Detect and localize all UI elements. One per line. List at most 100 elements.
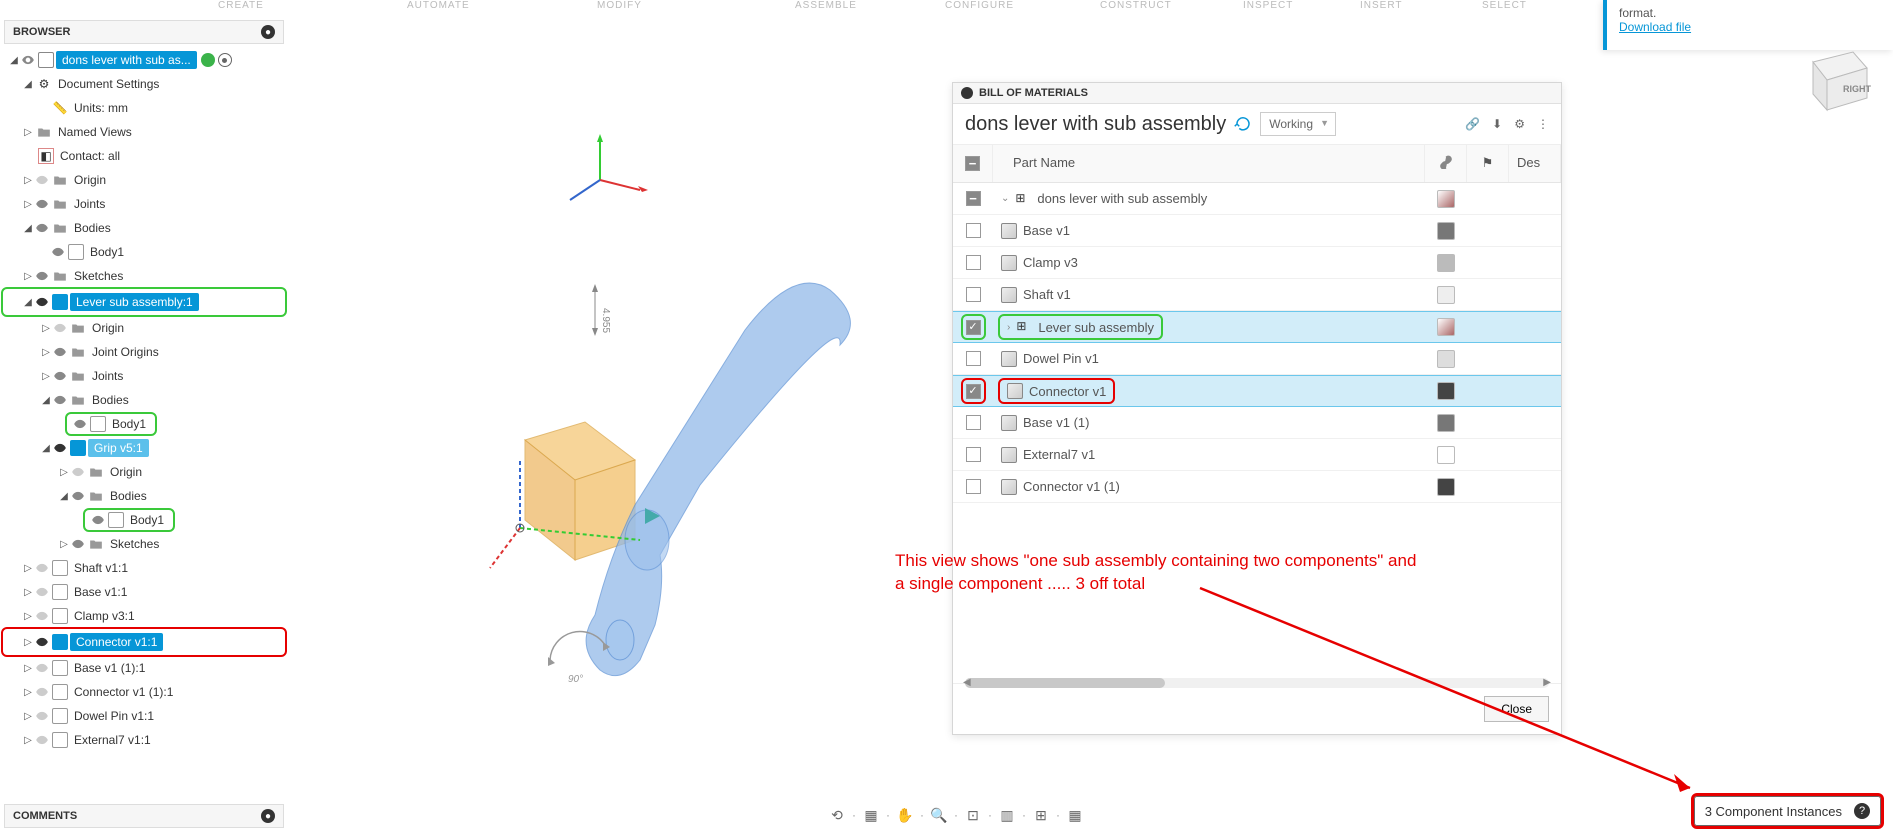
expand-icon[interactable]: ▷: [22, 610, 34, 622]
visibility-icon[interactable]: [34, 684, 50, 700]
visibility-icon[interactable]: [50, 244, 66, 260]
row-checkbox[interactable]: [966, 415, 981, 430]
collapse-icon[interactable]: ●: [261, 25, 275, 39]
expand-icon[interactable]: ◢: [8, 54, 20, 66]
tree-sub-bodies[interactable]: ◢ Bodies: [4, 388, 284, 412]
expand-icon[interactable]: ▷: [58, 466, 70, 478]
tree-lever-sub-assembly[interactable]: ◢ Lever sub assembly:1: [4, 290, 284, 314]
tree-connector2[interactable]: ▷ Connector v1 (1):1: [4, 680, 284, 704]
refresh-icon[interactable]: [1234, 115, 1252, 133]
bom-row-base2[interactable]: Base v1 (1): [953, 407, 1561, 439]
select-all-checkbox[interactable]: [965, 156, 980, 171]
col-description[interactable]: Des: [1509, 145, 1561, 182]
row-checkbox[interactable]: [966, 255, 981, 270]
bom-row-dowel[interactable]: Dowel Pin v1: [953, 343, 1561, 375]
visibility-icon[interactable]: [34, 708, 50, 724]
chevron-down-icon[interactable]: ⌄: [1001, 193, 1009, 204]
expand-icon[interactable]: ◢: [58, 490, 70, 502]
tree-contact[interactable]: ◧ Contact: all: [4, 144, 284, 168]
expand-icon[interactable]: ▷: [22, 734, 34, 746]
display-icon[interactable]: ▥: [996, 804, 1018, 826]
expand-icon[interactable]: ▷: [58, 538, 70, 550]
bom-row-lever-sub[interactable]: ›⊞Lever sub assembly: [953, 311, 1561, 343]
tree-grip-bodies[interactable]: ◢ Bodies: [4, 484, 284, 508]
visibility-icon[interactable]: [20, 52, 36, 68]
visibility-icon[interactable]: [34, 268, 50, 284]
horizontal-scrollbar[interactable]: ◀ ▶: [965, 678, 1549, 688]
tree-sub-joints[interactable]: ▷ Joints: [4, 364, 284, 388]
visibility-icon[interactable]: [34, 584, 50, 600]
expand-icon[interactable]: ▷: [22, 562, 34, 574]
menu-modify[interactable]: MODIFY: [597, 0, 642, 11]
scroll-left-icon[interactable]: ◀: [963, 677, 971, 688]
menu-select[interactable]: SELECT: [1482, 0, 1527, 11]
tree-sub-body1[interactable]: Body1: [4, 412, 284, 436]
visibility-icon[interactable]: [72, 416, 88, 432]
tree-grip-sketches[interactable]: ▷ Sketches: [4, 532, 284, 556]
expand-icon[interactable]: ◢: [22, 78, 34, 90]
visibility-icon[interactable]: [70, 464, 86, 480]
comments-header[interactable]: COMMENTS ●: [4, 804, 284, 828]
row-checkbox[interactable]: [966, 287, 981, 302]
visibility-icon[interactable]: [34, 172, 50, 188]
tree-sub-origin[interactable]: ▷ Origin: [4, 316, 284, 340]
tree-clamp[interactable]: ▷ Clamp v3:1: [4, 604, 284, 628]
row-checkbox[interactable]: [966, 191, 981, 206]
expand-icon[interactable]: ▷: [22, 270, 34, 282]
fit-icon[interactable]: ⊡: [962, 804, 984, 826]
expand-icon[interactable]: ▷: [22, 710, 34, 722]
tree-base2[interactable]: ▷ Base v1 (1):1: [4, 656, 284, 680]
expand-icon[interactable]: ◢: [40, 442, 52, 454]
viewport-3d[interactable]: 4.955 90°: [470, 130, 920, 710]
bom-row-connector[interactable]: Connector v1: [953, 375, 1561, 407]
bom-row-root[interactable]: ⌄⊞dons lever with sub assembly: [953, 183, 1561, 215]
row-checkbox[interactable]: [966, 384, 981, 399]
menu-automate[interactable]: AUTOMATE: [407, 0, 470, 11]
visibility-icon[interactable]: [70, 536, 86, 552]
tree-joint-origins[interactable]: ▷ Joint Origins: [4, 340, 284, 364]
bom-row-connector2[interactable]: Connector v1 (1): [953, 471, 1561, 503]
expand-icon[interactable]: ●: [261, 809, 275, 823]
visibility-icon[interactable]: [52, 344, 68, 360]
row-checkbox[interactable]: [966, 223, 981, 238]
tree-root[interactable]: ◢ dons lever with sub as...: [4, 48, 284, 72]
visibility-icon[interactable]: [52, 368, 68, 384]
more-icon[interactable]: ⋮: [1537, 117, 1549, 131]
link-icon[interactable]: 🔗: [1465, 117, 1480, 131]
bom-titlebar[interactable]: BILL OF MATERIALS: [953, 83, 1561, 104]
expand-icon[interactable]: ▷: [22, 126, 34, 138]
menu-create[interactable]: CREATE: [218, 0, 264, 11]
visibility-icon[interactable]: [34, 294, 50, 310]
view-cube[interactable]: RIGHT: [1795, 40, 1875, 120]
collapse-icon[interactable]: [961, 87, 973, 99]
tree-grip-origin[interactable]: ▷ Origin: [4, 460, 284, 484]
bom-row-external[interactable]: External7 v1: [953, 439, 1561, 471]
bom-mode-select[interactable]: Working ▼: [1260, 112, 1336, 136]
expand-icon[interactable]: ▷: [22, 686, 34, 698]
help-icon[interactable]: ?: [1854, 803, 1870, 819]
tree-doc-settings[interactable]: ◢ ⚙ Document Settings: [4, 72, 284, 96]
expand-icon[interactable]: ◢: [22, 296, 34, 308]
tree-named-views[interactable]: ▷ Named Views: [4, 120, 284, 144]
expand-icon[interactable]: ▷: [22, 174, 34, 186]
visibility-icon[interactable]: [34, 660, 50, 676]
visibility-icon[interactable]: [90, 512, 106, 528]
activate-icon[interactable]: [218, 53, 232, 67]
visibility-icon[interactable]: [34, 560, 50, 576]
close-button[interactable]: Close: [1484, 696, 1549, 722]
tree-external[interactable]: ▷ External7 v1:1: [4, 728, 284, 752]
tree-base[interactable]: ▷ Base v1:1: [4, 580, 284, 604]
expand-icon[interactable]: ▷: [22, 586, 34, 598]
chevron-right-icon[interactable]: ›: [1007, 322, 1010, 333]
menu-configure[interactable]: CONFIGURE: [945, 0, 1014, 11]
tree-bodies[interactable]: ◢ Bodies: [4, 216, 284, 240]
menu-assemble[interactable]: ASSEMBLE: [795, 0, 857, 11]
tree-shaft[interactable]: ▷ Shaft v1:1: [4, 556, 284, 580]
row-checkbox[interactable]: [966, 351, 981, 366]
tree-grip[interactable]: ◢ Grip v5:1: [4, 436, 284, 460]
expand-icon[interactable]: ◢: [40, 394, 52, 406]
tree-origin[interactable]: ▷ Origin: [4, 168, 284, 192]
tree-sketches[interactable]: ▷ Sketches: [4, 264, 284, 288]
visibility-icon[interactable]: [52, 320, 68, 336]
browser-header[interactable]: BROWSER ●: [4, 20, 284, 44]
